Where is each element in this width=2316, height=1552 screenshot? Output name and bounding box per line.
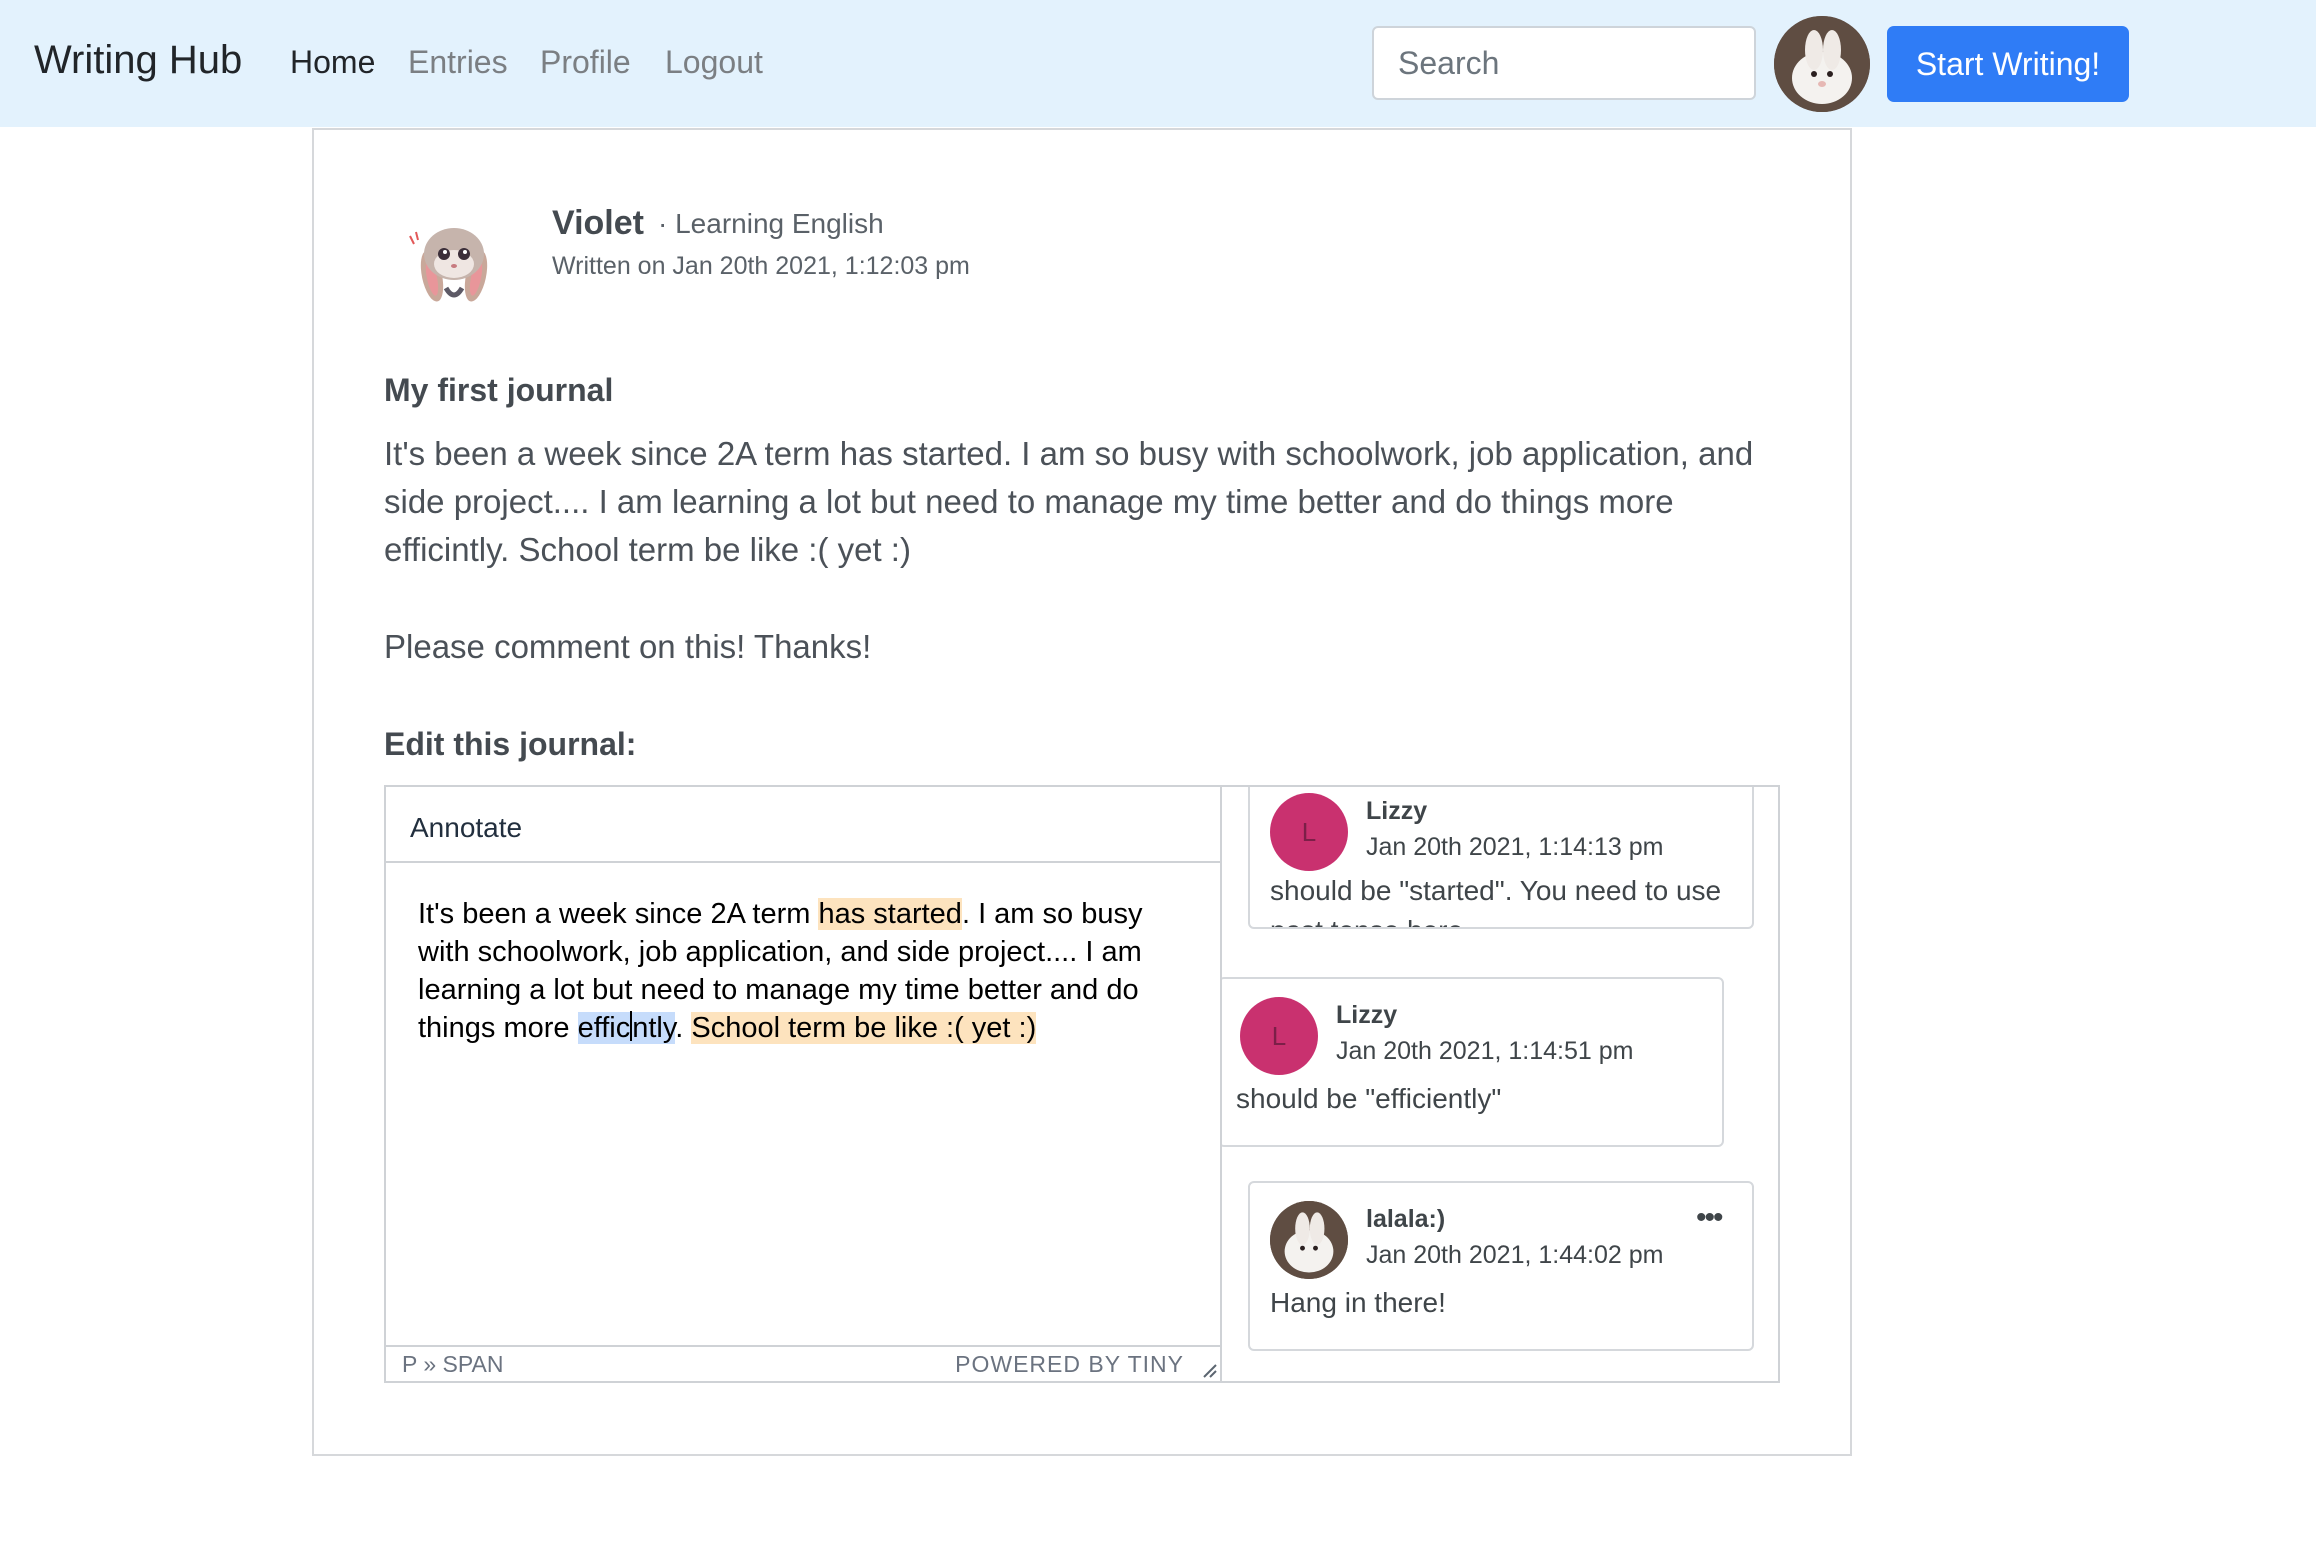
author-name[interactable]: Violet: [552, 204, 644, 243]
nav-link-entries[interactable]: Entries: [408, 44, 508, 81]
navbar: Writing Hub Home Entries Profile Logout …: [0, 0, 2316, 127]
comment-text: should be "started". You need to use pas…: [1270, 875, 1722, 927]
comment-date: Jan 20th 2021, 1:14:13 pm: [1366, 833, 1664, 861]
element-path[interactable]: P » SPAN: [402, 1351, 503, 1378]
comment-date: Jan 20th 2021, 1:14:51 pm: [1336, 1037, 1634, 1065]
comment-text: should be "efficiently": [1236, 1083, 1502, 1114]
resize-handle-icon[interactable]: [1200, 1361, 1218, 1379]
entry-footer-note: Please comment on this! Thanks!: [384, 628, 872, 665]
rich-text-editor: Annotate It's been a week since 2A term …: [384, 785, 1222, 1383]
start-writing-button[interactable]: Start Writing!: [1887, 26, 2129, 102]
nav-link-logout[interactable]: Logout: [665, 44, 763, 81]
commenter-name: Lizzy: [1366, 797, 1428, 825]
commenter-name: lalala:): [1366, 1205, 1446, 1233]
entry-title: My first journal: [384, 372, 614, 408]
comment-text: Hang in there!: [1270, 1287, 1446, 1318]
annotation-highlight[interactable]: School term be like :( yet :): [691, 1012, 1037, 1044]
editor-content-area[interactable]: It's been a week since 2A term has start…: [418, 895, 1188, 1047]
nav-link-profile[interactable]: Profile: [540, 44, 631, 81]
editor-text: It's been a week since 2A term: [418, 898, 819, 930]
comment-card[interactable]: L Lizzy Jan 20th 2021, 1:14:13 pm should…: [1248, 787, 1754, 929]
commenter-avatar: L: [1270, 793, 1348, 871]
edit-section-heading: Edit this journal:: [384, 726, 637, 762]
annotate-menu-button[interactable]: Annotate: [410, 812, 522, 844]
author-learning-tag: · Learning English: [658, 208, 884, 239]
author-avatar: [396, 206, 508, 318]
brand-logo[interactable]: Writing Hub: [34, 38, 242, 83]
bunny-avatar-icon: [1270, 1201, 1348, 1279]
commenter-avatar: [1270, 1201, 1348, 1279]
powered-by-tiny-link[interactable]: POWERED BY TINY: [955, 1351, 1184, 1378]
user-avatar[interactable]: [1774, 16, 1870, 112]
commenter-name: Lizzy: [1336, 1001, 1398, 1029]
editor-statusbar: P » SPAN POWERED BY TINY: [386, 1345, 1220, 1381]
entry-date: Written on Jan 20th 2021, 1:12:03 pm: [552, 252, 970, 280]
selection-text: effic: [577, 1012, 631, 1044]
more-options-icon[interactable]: •••: [1696, 1201, 1723, 1235]
annotation-highlight[interactable]: has started: [818, 898, 962, 930]
selection-text: ntly: [632, 1012, 676, 1044]
editor-menubar: Annotate: [386, 787, 1220, 863]
text-selection[interactable]: efficntly: [577, 1011, 676, 1044]
nav-link-home[interactable]: Home: [290, 44, 375, 81]
entry-body: It's been a week since 2A term has start…: [384, 435, 1754, 568]
comment-card[interactable]: L Lizzy Jan 20th 2021, 1:14:51 pm should…: [1222, 977, 1724, 1147]
bunny-avatar-icon: [1774, 16, 1870, 112]
comment-card[interactable]: lalala:) Jan 20th 2021, 1:44:02 pm ••• H…: [1248, 1181, 1754, 1351]
comment-date: Jan 20th 2021, 1:44:02 pm: [1366, 1241, 1664, 1269]
editor-text: .: [675, 1012, 692, 1044]
cartoon-bunny-avatar-icon: [409, 228, 488, 302]
search-input[interactable]: [1372, 26, 1756, 100]
commenter-avatar: L: [1240, 997, 1318, 1075]
comments-sidebar: L Lizzy Jan 20th 2021, 1:14:13 pm should…: [1222, 785, 1780, 1383]
